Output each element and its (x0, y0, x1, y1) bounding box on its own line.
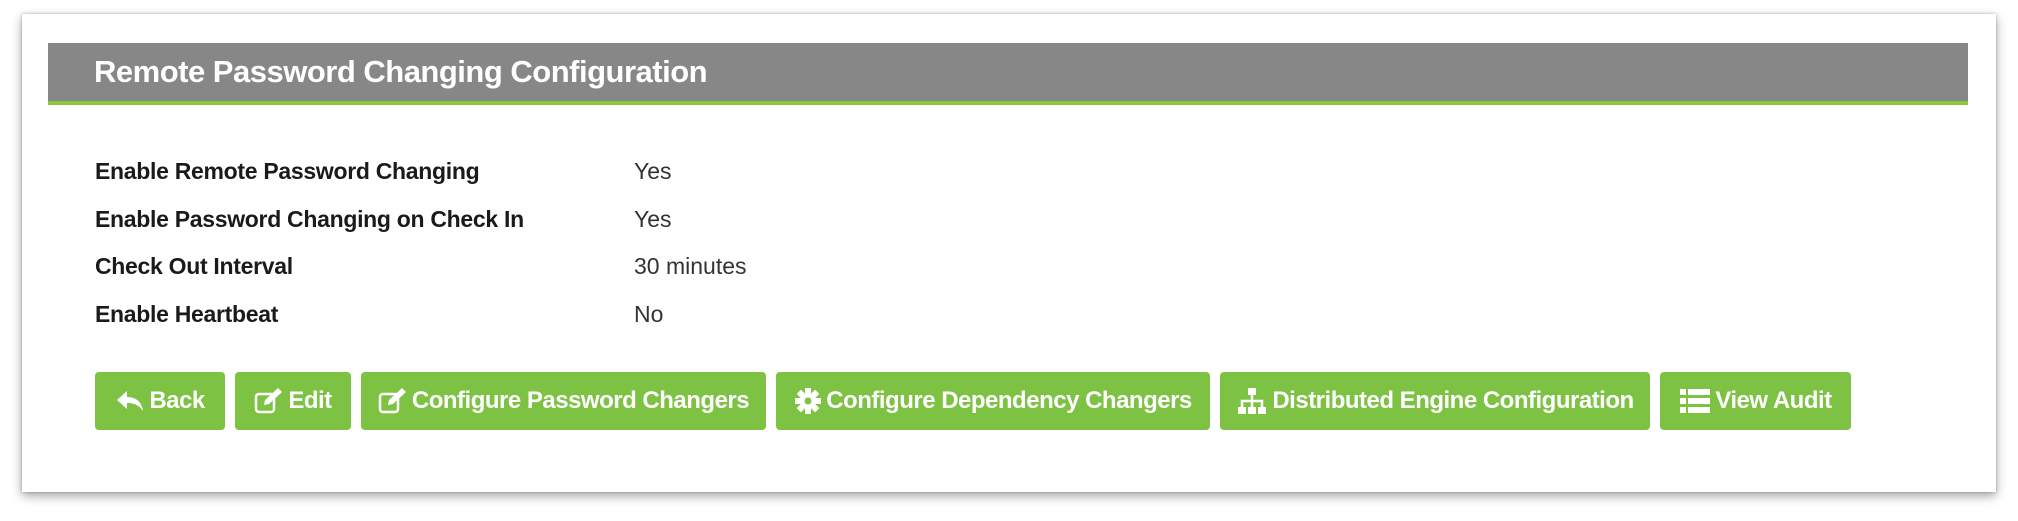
gear-icon (794, 387, 822, 415)
list-icon (1679, 388, 1711, 414)
panel-header: Remote Password Changing Configuration (48, 43, 1968, 105)
configure-dependency-changers-button[interactable]: Configure Dependency Changers (776, 372, 1210, 430)
setting-row: Enable Heartbeat No (95, 291, 747, 339)
setting-label: Check Out Interval (95, 253, 293, 280)
configure-password-changers-label: Configure Password Changers (411, 387, 750, 414)
edit-button[interactable]: Edit (235, 372, 351, 430)
setting-label: Enable Remote Password Changing (95, 158, 480, 185)
setting-value: 30 minutes (634, 253, 747, 280)
action-toolbar: Back Edit Configure Password Changers Co… (95, 372, 1851, 430)
distributed-engine-configuration-button[interactable]: Distributed Engine Configuration (1220, 372, 1650, 430)
setting-row: Enable Password Changing on Check In Yes (95, 196, 747, 244)
edit-button-label: Edit (288, 387, 332, 414)
sitemap-icon (1236, 387, 1268, 415)
view-audit-button[interactable]: View Audit (1660, 372, 1851, 430)
setting-value: No (634, 300, 664, 327)
edit-icon (378, 388, 408, 414)
setting-label: Enable Heartbeat (95, 300, 279, 327)
back-button-label: Back (149, 387, 205, 414)
setting-value: Yes (634, 205, 672, 232)
distributed-engine-configuration-label: Distributed Engine Configuration (1272, 387, 1634, 414)
configure-password-changers-button[interactable]: Configure Password Changers (361, 372, 766, 430)
back-button[interactable]: Back (95, 372, 225, 430)
setting-value: Yes (634, 158, 672, 185)
configure-dependency-changers-label: Configure Dependency Changers (826, 387, 1192, 414)
setting-row: Enable Remote Password Changing Yes (95, 148, 747, 196)
setting-row: Check Out Interval 30 minutes (95, 243, 747, 291)
settings-list: Enable Remote Password Changing Yes Enab… (95, 148, 747, 338)
setting-label: Enable Password Changing on Check In (95, 205, 524, 232)
view-audit-label: View Audit (1715, 387, 1832, 414)
page-title: Remote Password Changing Configuration (94, 54, 708, 89)
reply-arrow-icon (115, 389, 145, 413)
edit-icon (254, 388, 284, 414)
